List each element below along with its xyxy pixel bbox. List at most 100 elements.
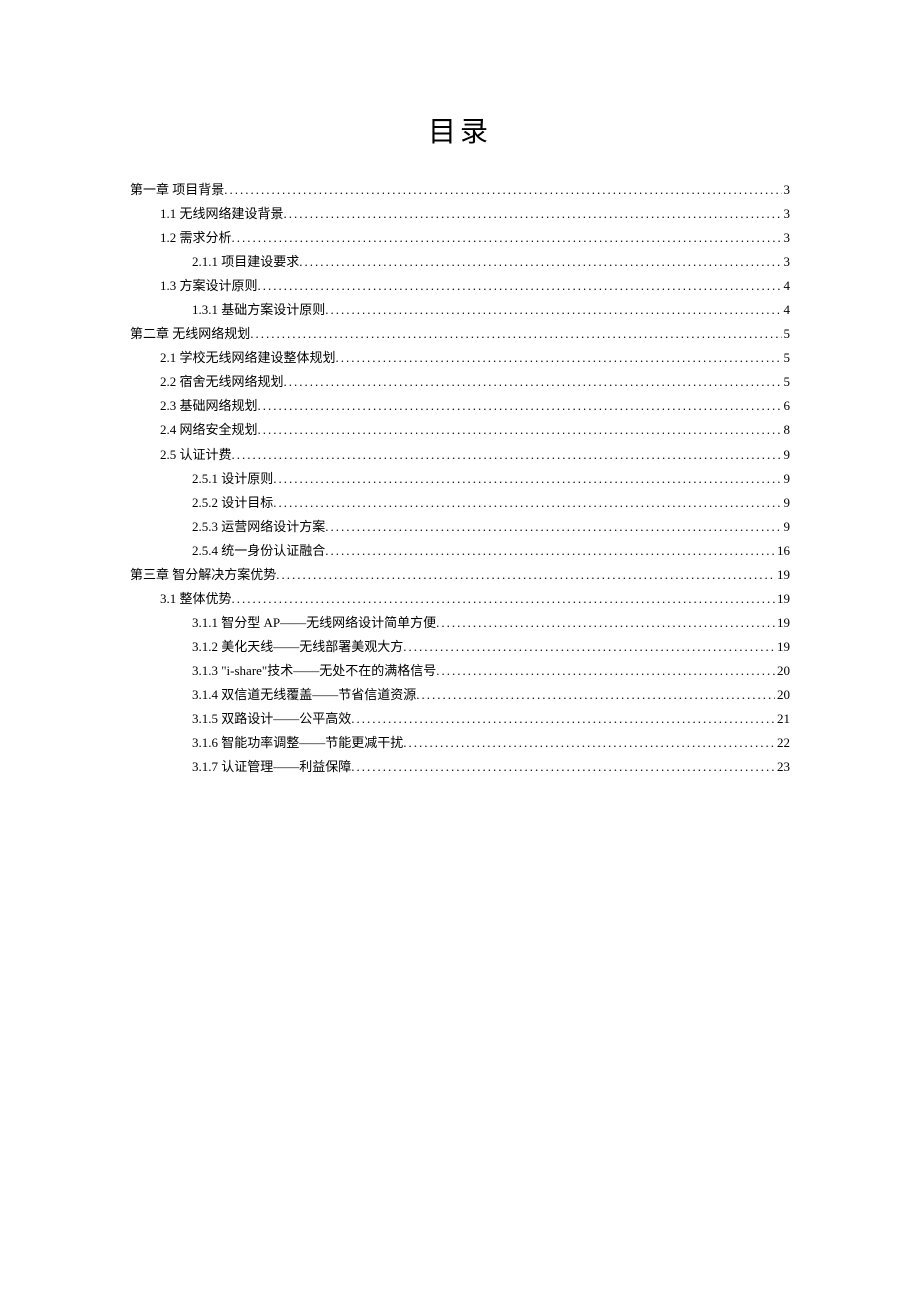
toc-entry-label: 2.1.1 项目建设要求 [192,250,299,274]
toc-entry-label: 2.5 认证计费 [160,443,232,467]
toc-dots [325,298,781,322]
toc-dots [284,202,782,226]
toc-dots [258,394,782,418]
toc-dots [224,178,781,202]
toc-dots [416,683,775,707]
toc-entry-label: 3.1.5 双路设计——公平高效 [192,707,351,731]
toc-entry: 1.3.1 基础方案设计原则 4 [130,298,790,322]
toc-dots [351,707,775,731]
toc-entry-label: 3.1.3 "i-share"技术——无处不在的满格信号 [192,659,436,683]
toc-dots [258,274,782,298]
toc-dots [232,587,775,611]
toc-entry-label: 3.1.7 认证管理——利益保障 [192,755,351,779]
toc-entry-page: 19 [775,587,790,611]
toc-entry-page: 20 [775,683,790,707]
toc-dots [436,611,775,635]
toc-entry: 3.1.7 认证管理——利益保障 23 [130,755,790,779]
toc-dots [258,418,782,442]
toc-entry-label: 第三章 智分解决方案优势 [130,563,276,587]
toc-dots [284,370,782,394]
toc-entry-page: 9 [782,515,791,539]
toc-entry-page: 9 [782,491,791,515]
toc-entry-label: 3.1.1 智分型 AP——无线网络设计简单方便 [192,611,436,635]
toc-entry-label: 2.2 宿舍无线网络规划 [160,370,284,394]
toc-entry: 2.2 宿舍无线网络规划 5 [130,370,790,394]
toc-entry-label: 3.1.6 智能功率调整——节能更减干扰 [192,731,403,755]
toc-container: 第一章 项目背景31.1 无线网络建设背景31.2 需求分析32.1.1 项目建… [130,178,790,779]
toc-dots [232,443,782,467]
toc-entry-page: 19 [775,611,790,635]
toc-entry: 2.5.3 运营网络设计方案 9 [130,515,790,539]
toc-entry-label: 1.2 需求分析 [160,226,232,250]
toc-entry: 1.1 无线网络建设背景 3 [130,202,790,226]
toc-entry-label: 3.1.2 美化天线——无线部署美观大方 [192,635,403,659]
toc-entry: 3.1.3 "i-share"技术——无处不在的满格信号 20 [130,659,790,683]
toc-entry: 3.1.6 智能功率调整——节能更减干扰 22 [130,731,790,755]
toc-dots [325,515,781,539]
toc-entry-label: 第二章 无线网络规划 [130,322,250,346]
toc-dots [299,250,781,274]
toc-entry: 第三章 智分解决方案优势 19 [130,563,790,587]
toc-entry: 2.5.2 设计目标 9 [130,491,790,515]
toc-entry-page: 9 [782,443,791,467]
toc-entry: 3.1.5 双路设计——公平高效 21 [130,707,790,731]
toc-entry-page: 20 [775,659,790,683]
toc-entry-label: 1.1 无线网络建设背景 [160,202,284,226]
toc-entry: 3.1 整体优势 19 [130,587,790,611]
toc-entry: 2.5 认证计费 9 [130,443,790,467]
toc-entry-page: 5 [782,346,791,370]
toc-entry: 2.1.1 项目建设要求 3 [130,250,790,274]
toc-entry-label: 2.4 网络安全规划 [160,418,258,442]
toc-entry-label: 2.5.4 统一身份认证融合 [192,539,325,563]
toc-dots [351,755,775,779]
toc-entry-page: 19 [775,563,790,587]
toc-entry-label: 1.3 方案设计原则 [160,274,258,298]
toc-entry-label: 2.1 学校无线网络建设整体规划 [160,346,336,370]
toc-entry-page: 21 [775,707,790,731]
toc-entry-label: 第一章 项目背景 [130,178,224,202]
toc-entry-page: 4 [782,298,791,322]
toc-entry-page: 5 [782,370,791,394]
toc-dots [232,226,782,250]
toc-dots [325,539,775,563]
toc-entry-page: 3 [782,202,791,226]
toc-dots [436,659,775,683]
toc-entry-label: 1.3.1 基础方案设计原则 [192,298,325,322]
toc-dots [273,491,781,515]
toc-entry-page: 3 [782,178,791,202]
toc-entry-page: 9 [782,467,791,491]
toc-entry: 3.1.2 美化天线——无线部署美观大方 19 [130,635,790,659]
toc-dots [403,635,775,659]
toc-entry-page: 6 [782,394,791,418]
toc-entry: 2.5.1 设计原则 9 [130,467,790,491]
toc-entry: 3.1.4 双信道无线覆盖——节省信道资源20 [130,683,790,707]
toc-entry-page: 16 [775,539,790,563]
toc-entry-label: 2.5.3 运营网络设计方案 [192,515,325,539]
toc-entry: 3.1.1 智分型 AP——无线网络设计简单方便 19 [130,611,790,635]
toc-dots [336,346,782,370]
toc-dots [273,467,781,491]
toc-entry: 2.5.4 统一身份认证融合 16 [130,539,790,563]
toc-entry-page: 3 [782,250,791,274]
toc-entry: 第二章 无线网络规划 5 [130,322,790,346]
toc-entry: 2.1 学校无线网络建设整体规划 5 [130,346,790,370]
toc-entry-label: 2.5.1 设计原则 [192,467,273,491]
toc-entry-page: 3 [782,226,791,250]
toc-entry-label: 2.5.2 设计目标 [192,491,273,515]
toc-entry: 1.3 方案设计原则 4 [130,274,790,298]
toc-entry: 2.4 网络安全规划 8 [130,418,790,442]
toc-entry-page: 4 [782,274,791,298]
toc-entry-page: 8 [782,418,791,442]
toc-entry-page: 19 [775,635,790,659]
toc-entry: 第一章 项目背景 3 [130,178,790,202]
toc-dots [403,731,775,755]
toc-entry: 1.2 需求分析 3 [130,226,790,250]
toc-dots [250,322,781,346]
toc-entry-page: 5 [782,322,791,346]
toc-entry-label: 2.3 基础网络规划 [160,394,258,418]
toc-entry-page: 22 [775,731,790,755]
toc-dots [276,563,775,587]
toc-title: 目录 [130,110,790,150]
toc-entry-label: 3.1 整体优势 [160,587,232,611]
toc-entry-page: 23 [775,755,790,779]
